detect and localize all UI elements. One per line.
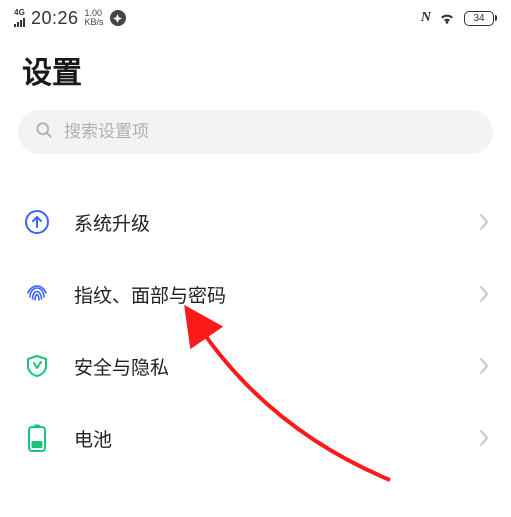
status-left: 4G 20:26 1.00 KB/s bbox=[14, 8, 126, 29]
fingerprint-icon bbox=[22, 279, 52, 309]
search-field[interactable] bbox=[18, 110, 493, 154]
dnd-icon bbox=[110, 10, 126, 26]
upgrade-icon bbox=[22, 207, 52, 237]
battery-icon bbox=[22, 423, 52, 453]
wifi-icon bbox=[438, 11, 456, 25]
search-input[interactable] bbox=[64, 122, 477, 142]
row-label: 电池 bbox=[52, 425, 479, 452]
status-time: 20:26 bbox=[31, 8, 79, 29]
chevron-right-icon bbox=[479, 358, 489, 374]
row-label: 安全与隐私 bbox=[52, 353, 479, 380]
settings-list: 系统升级 指纹、面部与密码 安全 bbox=[0, 174, 511, 474]
page-title: 设置 bbox=[0, 30, 511, 110]
status-right: N 34 bbox=[421, 10, 497, 26]
net-speed: 1.00 KB/s bbox=[85, 9, 104, 27]
row-system-upgrade[interactable]: 系统升级 bbox=[0, 186, 511, 258]
signal-4g-icon: 4G bbox=[14, 9, 25, 27]
battery-icon: 34 bbox=[464, 11, 497, 26]
status-bar: 4G 20:26 1.00 KB/s N 34 bbox=[0, 0, 511, 30]
shield-icon bbox=[22, 351, 52, 381]
nfc-icon: N bbox=[421, 10, 430, 26]
row-label: 系统升级 bbox=[52, 209, 479, 236]
chevron-right-icon bbox=[479, 430, 489, 446]
row-battery[interactable]: 电池 bbox=[0, 402, 511, 474]
row-security-privacy[interactable]: 安全与隐私 bbox=[0, 330, 511, 402]
chevron-right-icon bbox=[479, 214, 489, 230]
search-icon bbox=[34, 120, 54, 145]
chevron-right-icon bbox=[479, 286, 489, 302]
row-label: 指纹、面部与密码 bbox=[52, 281, 479, 308]
row-fingerprint-face-password[interactable]: 指纹、面部与密码 bbox=[0, 258, 511, 330]
